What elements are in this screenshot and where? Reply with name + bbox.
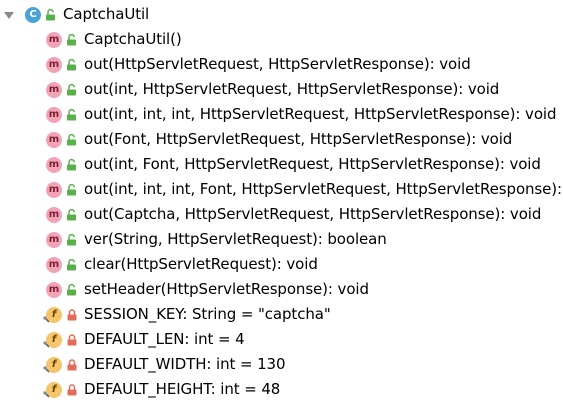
member-icon-letter: m [48,134,60,145]
method-icon: m [46,156,62,173]
member-icon-letter: f [51,384,57,395]
method-signature: out(int, int, int, Font, HttpServletRequ… [84,180,562,198]
tree-node-field[interactable]: f DEFAULT_WIDTH: int = 130 [43,352,286,377]
method-icon: m [46,231,62,248]
public-visibility-icon [67,108,76,120]
method-icon: m [46,206,62,223]
member-icon-letter: m [48,184,60,195]
private-visibility-icon [67,358,77,370]
field-declaration: DEFAULT_WIDTH: int = 130 [84,355,286,373]
tree-node-method[interactable]: m out(HttpServletRequest, HttpServletResp… [46,52,471,77]
tree-node-method[interactable]: m ver(String, HttpServletRequest): boolea… [46,227,387,252]
method-signature: clear(HttpServletRequest): void [84,255,318,273]
method-icon: m [46,281,62,298]
tree-node-method[interactable]: m out(int, int, int, HttpServletRequest, … [46,102,556,127]
tree-node-method[interactable]: m out(Font, HttpServletRequest, HttpServl… [46,127,512,152]
field-declaration: DEFAULT_LEN: int = 4 [84,330,245,348]
method-icon: m [46,256,62,273]
public-visibility-icon [46,8,55,20]
public-visibility-icon [67,283,76,295]
member-icon-letter: f [51,334,57,345]
field-declaration: SESSION_KEY: String = "captcha" [84,305,331,323]
tree-node-method[interactable]: m out(int, int, int, Font, HttpServletReq… [46,177,562,202]
field-icon: f [43,331,62,348]
tree-node-method[interactable]: m out(Captcha, HttpServletRequest, HttpSe… [46,202,541,227]
tree-node-method[interactable]: m clear(HttpServletRequest): void [46,252,318,277]
member-icon-letter: m [48,84,60,95]
public-visibility-icon [67,83,76,95]
tree-node-field[interactable]: f DEFAULT_HEIGHT: int = 48 [43,377,281,402]
tree-node-method[interactable]: m out(int, Font, HttpServletRequest, Http… [46,152,541,177]
public-visibility-icon [67,133,76,145]
method-icon: m [46,81,62,98]
member-icon-letter: m [48,284,60,295]
method-signature: out(int, HttpServletRequest, HttpServlet… [84,80,500,98]
method-icon: m [46,181,62,198]
public-visibility-icon [67,158,76,170]
method-signature: out(HttpServletRequest, HttpServletRespo… [84,55,471,73]
member-icon-letter: f [51,309,57,320]
public-visibility-icon [67,58,76,70]
public-visibility-icon [67,183,76,195]
tree-node-class[interactable]: C CaptchaUtil [2,2,149,27]
public-visibility-icon [67,208,76,220]
private-visibility-icon [67,333,77,345]
tree-node-method[interactable]: m CaptchaUtil() [46,27,182,52]
method-icon: m [46,56,62,73]
member-icon-letter: f [51,359,57,370]
tree-node-method[interactable]: m out(int, HttpServletRequest, HttpServle… [46,77,499,102]
method-signature: CaptchaUtil() [84,30,182,48]
public-visibility-icon [67,233,76,245]
field-declaration: DEFAULT_HEIGHT: int = 48 [84,380,281,398]
method-signature: setHeader(HttpServletResponse): void [84,280,369,298]
class-icon-letter: C [29,9,37,20]
tree-node-field[interactable]: f DEFAULT_LEN: int = 4 [43,327,245,352]
field-icon: f [43,356,62,373]
private-visibility-icon [67,308,77,320]
pin-icon [43,365,50,373]
pin-icon [43,315,50,323]
class-name: CaptchaUtil [63,5,150,23]
member-icon-letter: m [48,34,60,45]
method-icon: m [46,31,62,48]
method-signature: out(Captcha, HttpServletRequest, HttpSer… [84,205,542,223]
public-visibility-icon [67,33,76,45]
member-icon-letter: m [48,59,60,70]
member-icon-letter: m [48,209,60,220]
public-visibility-icon [67,258,76,270]
class-icon: C [25,6,41,23]
method-signature: out(Font, HttpServletRequest, HttpServle… [84,130,513,148]
method-signature: ver(String, HttpServletRequest): boolean [84,230,387,248]
method-signature: out(int, Font, HttpServletRequest, HttpS… [84,155,541,173]
member-icon-letter: m [48,109,60,120]
pin-icon [43,340,50,348]
member-icon-letter: m [48,159,60,170]
method-icon: m [46,131,62,148]
field-icon: f [43,381,62,398]
tree-node-field[interactable]: f SESSION_KEY: String = "captcha" [43,302,331,327]
structure-tree: C CaptchaUtil m CaptchaUtil() m out(HttpSer… [0,0,563,406]
member-icon-letter: m [48,259,60,270]
member-icon-letter: m [48,234,60,245]
private-visibility-icon [67,383,77,395]
tree-node-method[interactable]: m setHeader(HttpServletResponse): void [46,277,369,302]
collapse-toggle-icon[interactable] [2,8,16,22]
method-signature: out(int, int, int, HttpServletRequest, H… [84,105,557,123]
field-icon: f [43,306,62,323]
pin-icon [43,390,50,398]
method-icon: m [46,106,62,123]
